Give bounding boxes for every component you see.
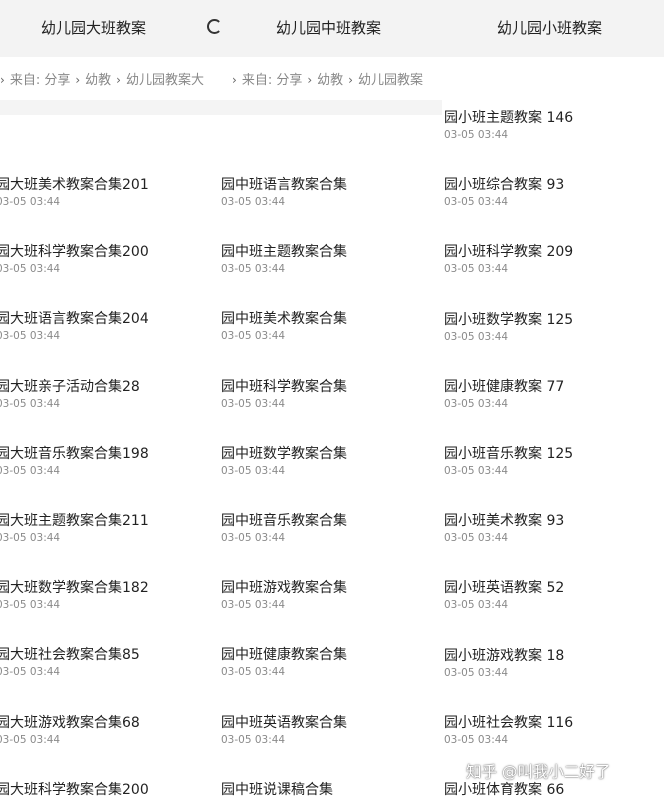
item-title: 园小班英语教案 52 bbox=[444, 580, 565, 597]
list-item[interactable]: 园中班英语教案合集 03-05 03:44 bbox=[221, 715, 347, 747]
list-item[interactable]: 园小班音乐教案 125 03-05 03:44 bbox=[444, 446, 573, 478]
item-title: 园中班说课稿合集 bbox=[221, 781, 333, 798]
item-title: 园小班体育教案 66 bbox=[444, 782, 565, 798]
item-title: 园大班科学教案合集200 bbox=[0, 781, 149, 798]
item-title: 园大班美术教案合集201 bbox=[0, 177, 149, 193]
item-date: 03-05 03:44 bbox=[221, 397, 286, 410]
item-date: 03-05 03:44 bbox=[221, 599, 286, 612]
list-item[interactable]: 园中班健康教案合集 03-05 03:44 bbox=[221, 647, 347, 679]
list-item[interactable]: 园大班科学教案合集20003-05 03:44 bbox=[0, 782, 149, 800]
item-title: 园大班音乐教案合集198 bbox=[0, 445, 149, 462]
list-item[interactable]: 园小班体育教案 6603-05 03:44 bbox=[444, 782, 564, 800]
item-title: 园大班语言教案合集204 bbox=[0, 311, 149, 328]
list-item[interactable]: 园大班数学教案合集182 03-05 03:44 bbox=[0, 580, 149, 612]
list-item[interactable]: 园中班说课稿合集03-05 03:44 bbox=[221, 782, 333, 800]
item-date: 03-05 03:44 bbox=[221, 532, 286, 544]
list-item[interactable]: 园小班综合教案 93 03-05 03:44 bbox=[444, 177, 564, 209]
item-title: 园大班主题教案合集211 bbox=[0, 513, 149, 529]
item-title: 园小班主题教案 146 bbox=[444, 110, 574, 126]
item-title: 园大班游戏教案合集68 bbox=[0, 714, 140, 731]
item-date: 03-05 03:44 bbox=[221, 330, 286, 343]
item-title: 园中班健康教案合集 bbox=[221, 647, 347, 664]
item-title: 园中班科学教案合集 bbox=[221, 378, 347, 395]
list-item[interactable]: 园中班游戏教案合集 03-05 03:44 bbox=[221, 580, 347, 612]
item-title: 园大班亲子活动合集28 bbox=[0, 378, 140, 395]
item-title: 园大班社会教案合集85 bbox=[0, 647, 140, 664]
middle-class-list: 园中班语言教案合集 03-05 03:44 园中班主题教案合集 03-05 03:44… bbox=[221, 0, 443, 800]
item-title: 园中班语言教案合集 bbox=[221, 177, 347, 193]
item-title: 园小班游戏教案 18 bbox=[444, 647, 565, 664]
item-date: 03-05 03:44 bbox=[221, 263, 286, 276]
list-item[interactable]: 园中班美术教案合集 03-05 03:44 bbox=[221, 311, 347, 343]
item-title: 园小班健康教案 77 bbox=[444, 378, 565, 395]
item-title: 园大班数学教案合集182 bbox=[0, 580, 149, 597]
item-date: 03-05 03:44 bbox=[0, 666, 61, 679]
list-item[interactable]: 园小班英语教案 52 03-05 03:44 bbox=[444, 580, 564, 612]
item-title: 园小班社会教案 116 bbox=[444, 714, 574, 731]
list-item[interactable]: 园中班数学教案合集 03-05 03:44 bbox=[221, 446, 347, 478]
list-item[interactable]: 园大班音乐教案合集198 03-05 03:44 bbox=[0, 446, 149, 478]
item-title: 园小班数学教案 125 bbox=[444, 311, 574, 328]
item-date: 03-05 03:44 bbox=[444, 330, 509, 343]
item-date: 03-05 03:44 bbox=[0, 397, 61, 410]
item-date: 03-05 03:44 bbox=[444, 465, 509, 477]
item-date: 03-05 03:44 bbox=[0, 330, 61, 343]
list-item[interactable]: 园中班科学教案合集 03-05 03:44 bbox=[221, 379, 347, 411]
list-item[interactable]: 园大班科学教案合集200 03-05 03:44 bbox=[0, 244, 149, 276]
item-date: 03-05 03:44 bbox=[0, 263, 61, 276]
list-item[interactable]: 园大班社会教案合集85 03-05 03:44 bbox=[0, 647, 140, 679]
watermark: 知乎 @叫我小二好了 bbox=[466, 763, 611, 781]
item-date: 03-05 03:44 bbox=[444, 129, 509, 141]
list-item[interactable]: 园小班游戏教案 18 03-05 03:44 bbox=[444, 648, 564, 680]
item-date: 03-05 03:44 bbox=[221, 666, 286, 679]
item-date: 03-05 03:44 bbox=[444, 263, 509, 276]
item-date: 03-05 03:44 bbox=[0, 733, 61, 746]
item-date: 03-05 03:44 bbox=[0, 464, 61, 477]
item-date: 03-05 03:44 bbox=[0, 599, 61, 612]
item-title: 园大班科学教案合集200 bbox=[0, 244, 149, 261]
item-title: 园中班英语教案合集 bbox=[221, 714, 347, 731]
item-date: 03-05 03:44 bbox=[0, 532, 61, 544]
item-title: 园小班音乐教案 125 bbox=[444, 446, 574, 462]
list-item[interactable]: 园大班语言教案合集204 03-05 03:44 bbox=[0, 311, 149, 343]
list-item[interactable]: 园小班主题教案 146 03-05 03:44 bbox=[444, 110, 573, 142]
item-date: 03-05 03:44 bbox=[444, 397, 509, 410]
item-date: 03-05 03:44 bbox=[444, 733, 509, 746]
item-title: 园中班音乐教案合集 bbox=[221, 513, 347, 529]
item-date: 03-05 03:44 bbox=[444, 196, 509, 209]
list-item[interactable]: 园小班健康教案 77 03-05 03:44 bbox=[444, 379, 564, 411]
item-date: 03-05 03:44 bbox=[444, 532, 509, 545]
list-item[interactable]: 园小班数学教案 125 03-05 03:44 bbox=[444, 312, 573, 344]
small-class-list: 园小班主题教案 146 03-05 03:44 园小班综合教案 93 03-05 03… bbox=[444, 0, 664, 800]
item-date: 03-05 03:44 bbox=[0, 196, 61, 208]
item-date: 03-05 03:44 bbox=[221, 464, 286, 477]
item-date: 03-05 03:44 bbox=[221, 733, 286, 746]
item-title: 园中班数学教案合集 bbox=[221, 445, 347, 462]
list-item[interactable]: 园小班美术教案 93 03-05 03:44 bbox=[444, 513, 564, 545]
item-title: 园小班美术教案 93 bbox=[444, 513, 565, 530]
item-date: 03-05 03:44 bbox=[444, 599, 509, 612]
list-item[interactable]: 园大班游戏教案合集68 03-05 03:44 bbox=[0, 715, 140, 747]
item-title: 园小班科学教案 209 bbox=[444, 244, 574, 261]
item-title: 园中班美术教案合集 bbox=[221, 311, 347, 328]
list-item[interactable]: 园大班亲子活动合集28 03-05 03:44 bbox=[0, 379, 140, 411]
list-item[interactable]: 园小班科学教案 209 03-05 03:44 bbox=[444, 244, 573, 276]
item-title: 园中班游戏教案合集 bbox=[221, 580, 347, 597]
large-class-list: 园大班美术教案合集201 03-05 03:44 园大班科学教案合集200 03-05… bbox=[0, 0, 220, 800]
item-title: 园中班主题教案合集 bbox=[221, 244, 347, 261]
list-item[interactable]: 园大班主题教案合集211 03-05 03:44 bbox=[0, 513, 149, 545]
item-date: 03-05 03:44 bbox=[221, 196, 286, 208]
list-item[interactable]: 园中班语言教案合集 03-05 03:44 bbox=[221, 177, 347, 209]
list-item[interactable]: 园小班社会教案 116 03-05 03:44 bbox=[444, 715, 573, 747]
list-item[interactable]: 园中班音乐教案合集 03-05 03:44 bbox=[221, 513, 347, 545]
list-item[interactable]: 园大班美术教案合集201 03-05 03:44 bbox=[0, 177, 149, 209]
item-title: 园小班综合教案 93 bbox=[444, 177, 565, 194]
item-date: 03-05 03:44 bbox=[444, 666, 509, 679]
list-item[interactable]: 园中班主题教案合集 03-05 03:44 bbox=[221, 244, 347, 276]
